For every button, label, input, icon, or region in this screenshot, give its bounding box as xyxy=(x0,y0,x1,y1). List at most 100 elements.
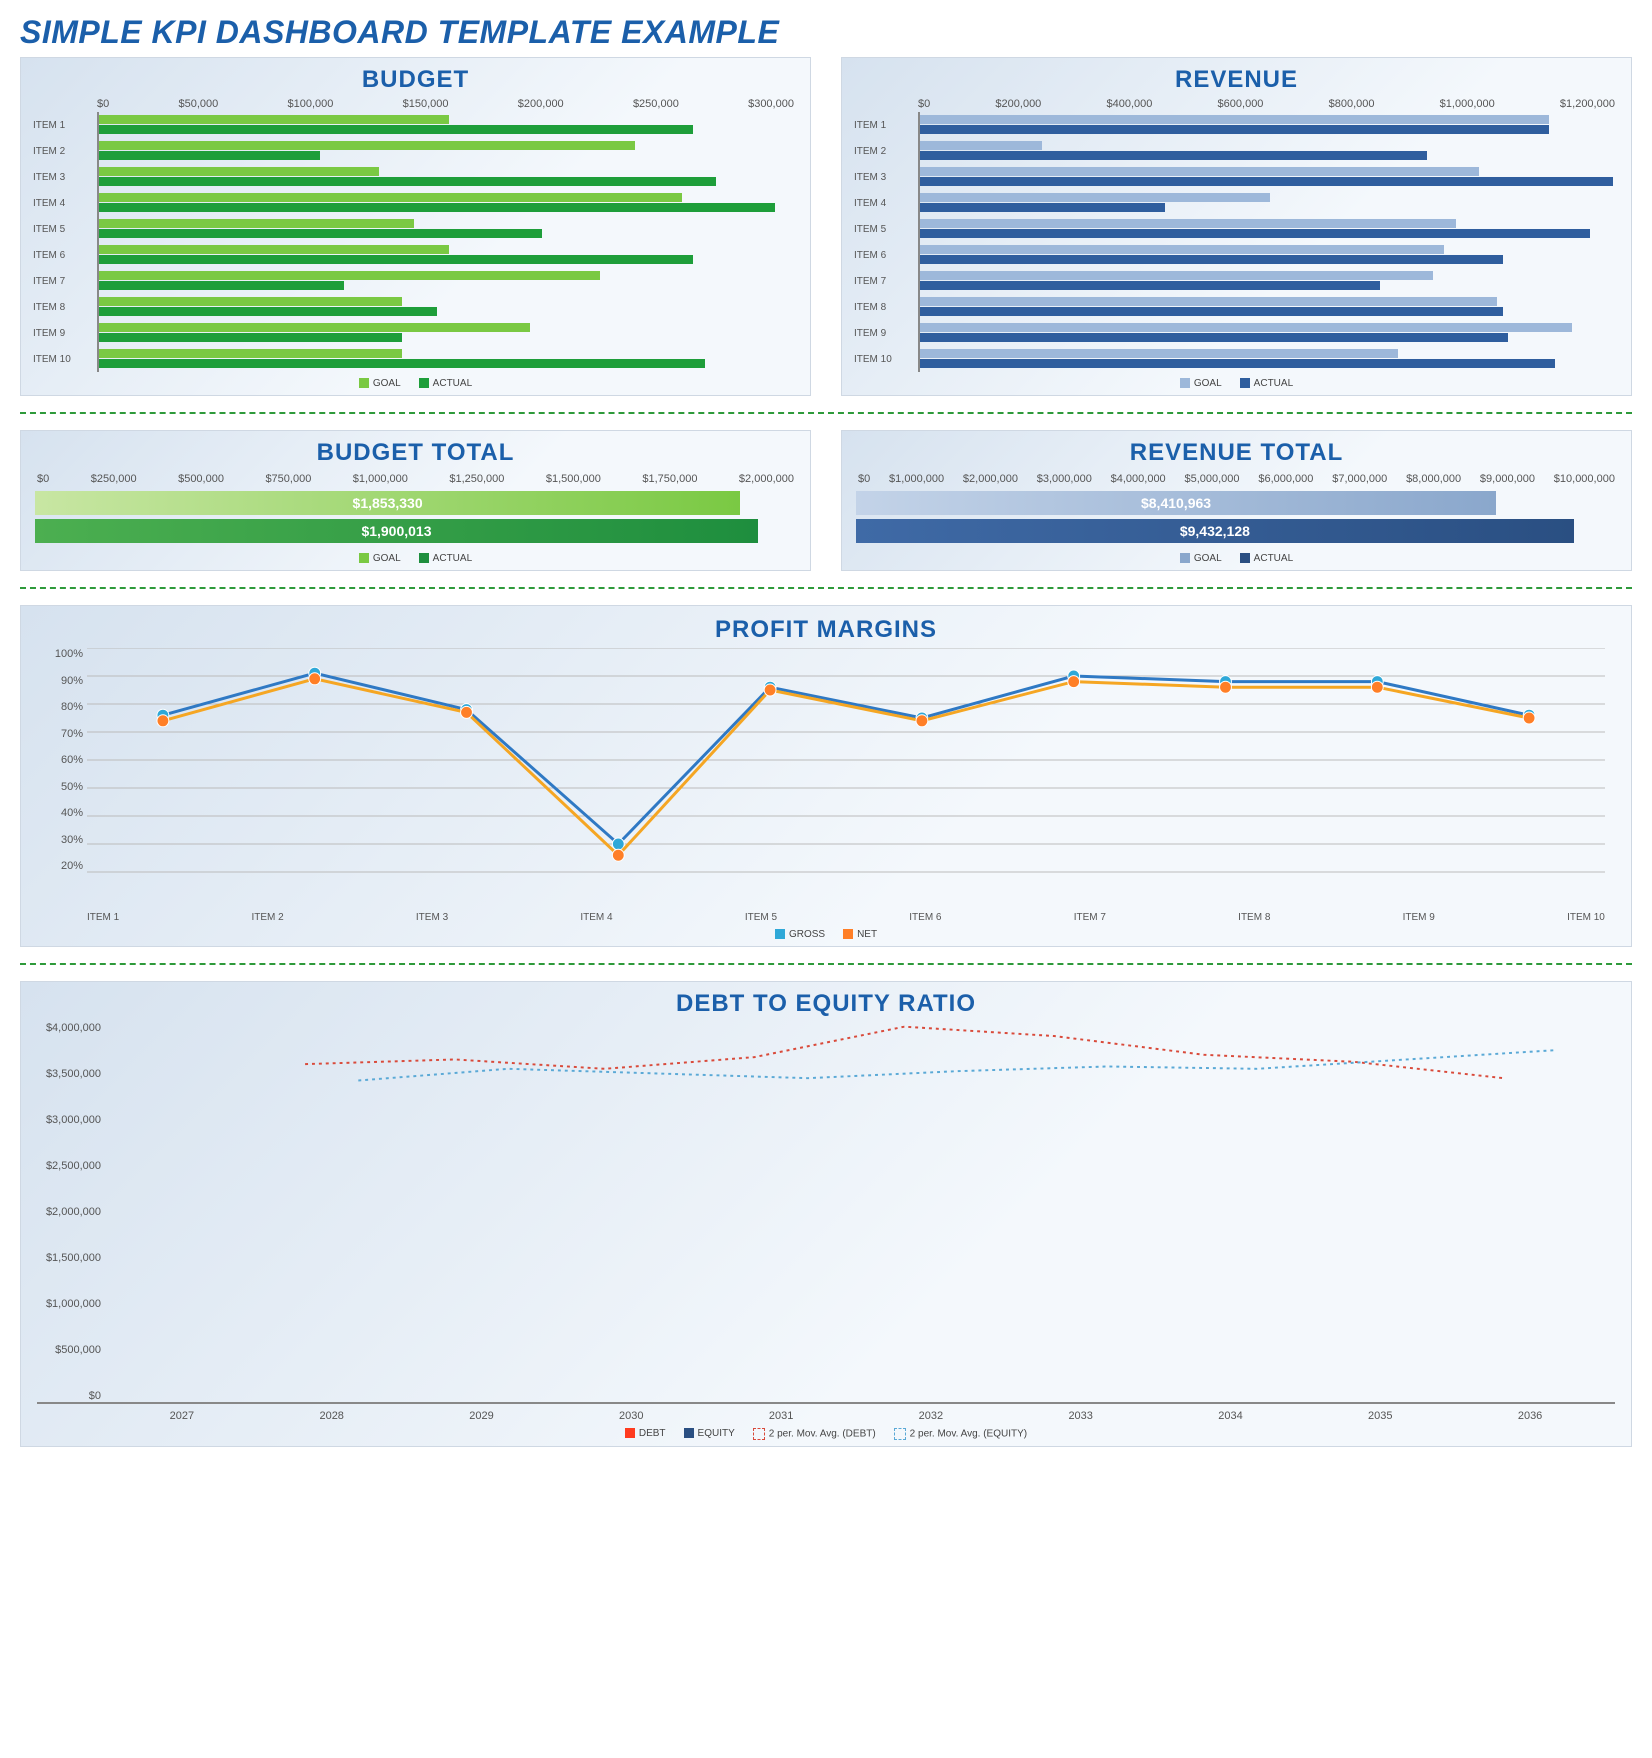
marker xyxy=(764,684,776,696)
profit-margins-chart: PROFIT MARGINS 100%90%80%70%60%50%40%30%… xyxy=(20,605,1632,947)
bar-row: ITEM 5 xyxy=(854,216,1619,242)
bar-category-label: ITEM 6 xyxy=(33,250,97,261)
axis-tick: 2031 xyxy=(706,1410,856,1422)
axis-tick: $250,000 xyxy=(91,473,137,485)
legend-item: GOAL xyxy=(1180,553,1222,564)
marker xyxy=(461,706,473,718)
axis-tick: $3,000,000 xyxy=(37,1114,101,1126)
axis-tick: $3,000,000 xyxy=(1037,473,1092,485)
bar-actual xyxy=(920,307,1503,316)
bar-category-label: ITEM 9 xyxy=(33,328,97,339)
bar-goal xyxy=(99,323,530,332)
bar-category-label: ITEM 3 xyxy=(854,172,918,183)
axis-tick: $2,000,000 xyxy=(37,1206,101,1218)
bar-row: ITEM 10 xyxy=(854,346,1619,372)
bar-row: ITEM 2 xyxy=(33,138,798,164)
bar-category-label: ITEM 8 xyxy=(33,302,97,313)
axis-tick: 20% xyxy=(37,860,83,872)
axis-tick: $0 xyxy=(37,473,49,485)
axis-tick: $6,000,000 xyxy=(1258,473,1313,485)
marker xyxy=(1068,676,1080,688)
total-bar-actual: $1,900,013 xyxy=(35,519,758,543)
legend-item: GROSS xyxy=(775,929,825,940)
bar-actual xyxy=(99,177,716,186)
revenue-total-legend: GOAL ACTUAL xyxy=(854,547,1619,564)
bar-goal xyxy=(99,271,600,280)
axis-tick: ITEM 9 xyxy=(1403,912,1435,923)
axis-tick: ITEM 7 xyxy=(1074,912,1106,923)
axis-tick: ITEM 8 xyxy=(1238,912,1270,923)
bar-actual xyxy=(99,203,775,212)
axis-tick: 80% xyxy=(37,701,83,713)
bar-category-label: ITEM 2 xyxy=(854,146,918,157)
legend-item: ACTUAL xyxy=(1240,553,1293,564)
axis-tick: 2032 xyxy=(856,1410,1006,1422)
axis-tick: 2034 xyxy=(1156,1410,1306,1422)
bar-goal xyxy=(920,193,1270,202)
bar-actual xyxy=(920,281,1380,290)
bar-row: ITEM 4 xyxy=(33,190,798,216)
bar-actual xyxy=(99,255,693,264)
total-bar-actual: $9,432,128 xyxy=(856,519,1574,543)
axis-tick: $0 xyxy=(918,98,930,110)
bar-actual xyxy=(99,125,693,134)
axis-tick: 2028 xyxy=(257,1410,407,1422)
bar-actual xyxy=(920,177,1613,186)
axis-tick: $4,000,000 xyxy=(1111,473,1166,485)
legend-item: DEBT xyxy=(625,1428,666,1440)
bar-row: ITEM 3 xyxy=(33,164,798,190)
trendline xyxy=(358,1050,1556,1080)
bar-goal xyxy=(99,167,379,176)
bar-category-label: ITEM 3 xyxy=(33,172,97,183)
axis-tick: $3,500,000 xyxy=(37,1068,101,1080)
bar-actual xyxy=(920,333,1508,342)
bar-row: ITEM 9 xyxy=(854,320,1619,346)
budget-total-axis: $0$250,000$500,000$750,000$1,000,000$1,2… xyxy=(33,471,798,487)
legend-item: GOAL xyxy=(1180,378,1222,389)
axis-tick: $2,000,000 xyxy=(739,473,794,485)
axis-tick: 2030 xyxy=(556,1410,706,1422)
bar-actual xyxy=(920,255,1503,264)
axis-tick: 100% xyxy=(37,648,83,660)
axis-tick: 2035 xyxy=(1305,1410,1455,1422)
bar-actual xyxy=(99,307,437,316)
marker xyxy=(157,715,169,727)
bar-actual xyxy=(99,151,320,160)
legend-item: NET xyxy=(843,929,877,940)
axis-tick: $0 xyxy=(858,473,870,485)
profit-margins-legend: GROSS NET xyxy=(37,923,1615,940)
bar-goal xyxy=(99,349,402,358)
bar-actual xyxy=(920,229,1590,238)
axis-tick: ITEM 5 xyxy=(745,912,777,923)
axis-tick: $0 xyxy=(97,98,109,110)
axis-tick: $200,000 xyxy=(995,98,1041,110)
bar-row: ITEM 10 xyxy=(33,346,798,372)
bar-row: ITEM 6 xyxy=(854,242,1619,268)
marker xyxy=(612,849,624,861)
bar-goal xyxy=(920,167,1479,176)
bar-row: ITEM 8 xyxy=(33,294,798,320)
bar-category-label: ITEM 6 xyxy=(854,250,918,261)
axis-tick: $800,000 xyxy=(1329,98,1375,110)
axis-tick: $1,000,000 xyxy=(1440,98,1495,110)
marker xyxy=(309,673,321,685)
bar-goal xyxy=(920,115,1549,124)
axis-tick: $9,000,000 xyxy=(1480,473,1535,485)
axis-tick: $0 xyxy=(37,1390,101,1402)
divider xyxy=(20,963,1632,965)
marker xyxy=(612,838,624,850)
bar-category-label: ITEM 4 xyxy=(854,198,918,209)
axis-tick: $250,000 xyxy=(633,98,679,110)
line-net xyxy=(163,679,1529,855)
bar-category-label: ITEM 4 xyxy=(33,198,97,209)
axis-tick: $300,000 xyxy=(748,98,794,110)
axis-tick: ITEM 10 xyxy=(1567,912,1605,923)
revenue-title: REVENUE xyxy=(854,66,1619,94)
revenue-legend: GOALACTUAL xyxy=(854,372,1619,389)
marker xyxy=(1371,681,1383,693)
marker xyxy=(916,715,928,727)
bar-actual xyxy=(99,229,542,238)
axis-tick: $50,000 xyxy=(179,98,219,110)
legend-item: GOAL xyxy=(359,553,401,564)
bar-category-label: ITEM 1 xyxy=(33,120,97,131)
